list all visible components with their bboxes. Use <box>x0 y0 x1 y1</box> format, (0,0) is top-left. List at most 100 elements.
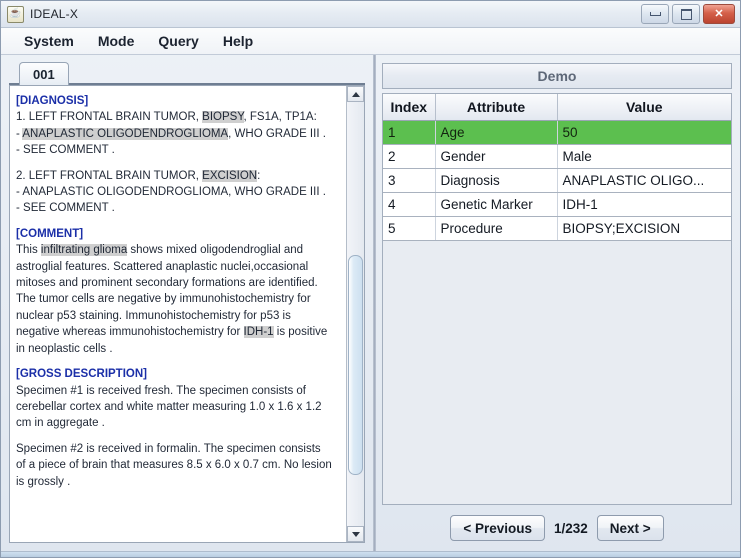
report-text-run: cm in aggregate . <box>16 417 105 430</box>
report-text-run: 1. LEFT FRONTAL BRAIN TUMOR, <box>16 111 203 124</box>
report-text-run: - SEE COMMENT . <box>16 144 115 157</box>
table-cell-attribute[interactable]: Gender <box>435 144 558 169</box>
highlighted-term: BIOPSY <box>202 111 244 124</box>
menu-item-help[interactable]: Help <box>212 31 264 51</box>
table-row[interactable]: 1 Age 50 <box>383 120 731 145</box>
table-row[interactable]: 2 Gender Male <box>383 144 731 169</box>
table-cell-index[interactable]: 2 <box>383 144 436 169</box>
maximize-button[interactable] <box>672 4 700 24</box>
scroll-up-button[interactable] <box>347 86 364 102</box>
highlighted-term: EXCISION <box>202 169 258 182</box>
menu-item-system[interactable]: System <box>13 31 85 51</box>
close-icon: ✕ <box>714 7 724 20</box>
window-title: IDEAL-X <box>30 7 79 21</box>
table-row[interactable]: 5 Procedure BIOPSY;EXCISION <box>383 216 731 241</box>
report-line: 2. LEFT FRONTAL BRAIN TUMOR, EXCISION: <box>16 168 340 184</box>
menu-item-mode[interactable]: Mode <box>87 31 146 51</box>
table-cell-value[interactable]: IDH-1 <box>557 192 731 217</box>
status-strip <box>1 551 740 557</box>
menu-bar: System Mode Query Help <box>1 28 740 55</box>
scroll-down-button[interactable] <box>347 526 364 542</box>
attributes-table: Index Attribute Value 1 Age 50 2 Gender Male 3… <box>383 94 731 241</box>
report-line: cm in aggregate . <box>16 415 340 431</box>
report-text-box: [DIAGNOSIS] 1. LEFT FRONTAL BRAIN TUMOR, … <box>9 85 365 543</box>
table-cell-index[interactable]: 4 <box>383 192 436 217</box>
report-text-run: - ANAPLASTIC OLIGODENDROGLIOMA, WHO GRAD… <box>16 186 326 199</box>
highlighted-term: IDH-1 <box>243 326 274 339</box>
table-cell-value[interactable]: Male <box>557 144 731 169</box>
table-cell-index[interactable]: 1 <box>383 120 436 145</box>
minimize-icon <box>649 12 661 16</box>
table-row[interactable]: 4 Genetic Marker IDH-1 <box>383 192 731 217</box>
next-button[interactable]: Next > <box>596 515 664 541</box>
report-vertical-scrollbar[interactable] <box>346 86 364 542</box>
table-cell-attribute[interactable]: Genetic Marker <box>435 192 558 217</box>
table-cell-index[interactable]: 3 <box>383 168 436 193</box>
report-section-spacer <box>16 357 340 366</box>
scrollbar-thumb[interactable] <box>348 254 363 476</box>
previous-button[interactable]: < Previous <box>450 515 545 541</box>
column-header-index[interactable]: Index <box>383 94 436 121</box>
report-section-spacer <box>16 217 340 226</box>
report-line: 1. LEFT FRONTAL BRAIN TUMOR, BIOPSY, FS1… <box>16 109 340 125</box>
report-line: astroglial features. Scattered anaplasti… <box>16 259 340 275</box>
highlighted-term: infiltrating glioma <box>40 244 128 257</box>
table-row[interactable]: 3 Diagnosis ANAPLASTIC OLIGO... <box>383 168 731 193</box>
report-line: - SEE COMMENT . <box>16 200 340 216</box>
table-header-row: Index Attribute Value <box>383 94 731 121</box>
navigation-bar: < Previous 1/232 Next > <box>382 511 732 545</box>
table-cell-value[interactable]: BIOPSY;EXCISION <box>557 216 731 241</box>
report-text-run: - SEE COMMENT . <box>16 202 115 215</box>
window-controls: ✕ <box>641 4 735 24</box>
report-section-heading: [DIAGNOSIS] <box>16 95 89 107</box>
report-line: mitoses and prominent secondary formatio… <box>16 275 340 291</box>
report-text-run: of a piece of brain that measures 8.5 x … <box>16 459 332 472</box>
report-line: nuclear p53 staining. Immunohistochemist… <box>16 308 340 324</box>
report-line: - SEE COMMENT . <box>16 142 340 158</box>
panel-header-demo: Demo <box>382 63 732 89</box>
report-text-run: This <box>16 244 41 257</box>
report-line: in neoplastic cells . <box>16 341 340 357</box>
scroll-up-icon <box>351 91 360 97</box>
tab-001[interactable]: 001 <box>19 62 69 85</box>
table-cell-attribute[interactable]: Age <box>435 120 558 145</box>
report-text-run: in neoplastic cells . <box>16 342 113 355</box>
attributes-table-container: Index Attribute Value 1 Age 50 2 Gender Male 3… <box>382 93 732 505</box>
table-cell-index[interactable]: 5 <box>383 216 436 241</box>
report-line: This infiltrating glioma shows mixed oli… <box>16 242 340 258</box>
report-line: - ANAPLASTIC OLIGODENDROGLIOMA, WHO GRAD… <box>16 184 340 200</box>
report-text-run: 2. LEFT FRONTAL BRAIN TUMOR, <box>16 169 203 182</box>
table-cell-value[interactable]: 50 <box>557 120 731 145</box>
attributes-panel: Demo Index Attribute Value 1 Age 50 2 Gender… <box>376 55 740 551</box>
table-cell-attribute[interactable]: Diagnosis <box>435 168 558 193</box>
menu-item-query[interactable]: Query <box>147 31 209 51</box>
minimize-button[interactable] <box>641 4 669 24</box>
report-section-heading: [GROSS DESCRIPTION] <box>16 368 147 381</box>
report-text-run: is positive <box>273 326 328 339</box>
record-counter: 1/232 <box>553 520 588 536</box>
application-window: ☕ IDEAL-X ✕ System Mode Query Help 001 [… <box>0 0 741 558</box>
report-section-heading: [COMMENT] <box>16 227 84 240</box>
report-text-run: Specimen #1 is received fresh. The speci… <box>16 384 306 397</box>
report-text-run: cerebellar cortex and white matter measu… <box>16 400 322 413</box>
report-text-run: negative whereas immunohistochemistry fo… <box>16 326 244 339</box>
report-text-run: is grossly . <box>16 475 71 488</box>
table-cell-attribute[interactable]: Procedure <box>435 216 558 241</box>
scroll-down-icon <box>351 531 360 537</box>
report-text-run: mitoses and prominent secondary formatio… <box>16 277 318 290</box>
table-cell-value[interactable]: ANAPLASTIC OLIGO... <box>557 168 731 193</box>
report-text-run: Specimen #2 is received in formalin. The… <box>16 442 321 455</box>
report-text-run: , WHO GRADE III . <box>228 127 326 140</box>
report-line: - ANAPLASTIC OLIGODENDROGLIOMA, WHO GRAD… <box>16 126 340 142</box>
column-header-attribute[interactable]: Attribute <box>435 94 558 121</box>
report-text-content[interactable]: [DIAGNOSIS] 1. LEFT FRONTAL BRAIN TUMOR, … <box>10 86 346 542</box>
report-text-run: , FS1A, TP1A: <box>243 111 317 124</box>
main-content: 001 [DIAGNOSIS] 1. LEFT FRONTAL BRAIN TUM… <box>1 55 740 551</box>
maximize-icon <box>680 8 692 20</box>
scrollbar-track[interactable] <box>347 102 364 526</box>
report-text-run: : <box>257 169 261 182</box>
report-text-run: nuclear p53 staining. Immunohistochemist… <box>16 309 291 322</box>
close-button[interactable]: ✕ <box>703 4 735 24</box>
table-header: Index Attribute Value <box>383 94 731 121</box>
column-header-value[interactable]: Value <box>557 94 731 121</box>
